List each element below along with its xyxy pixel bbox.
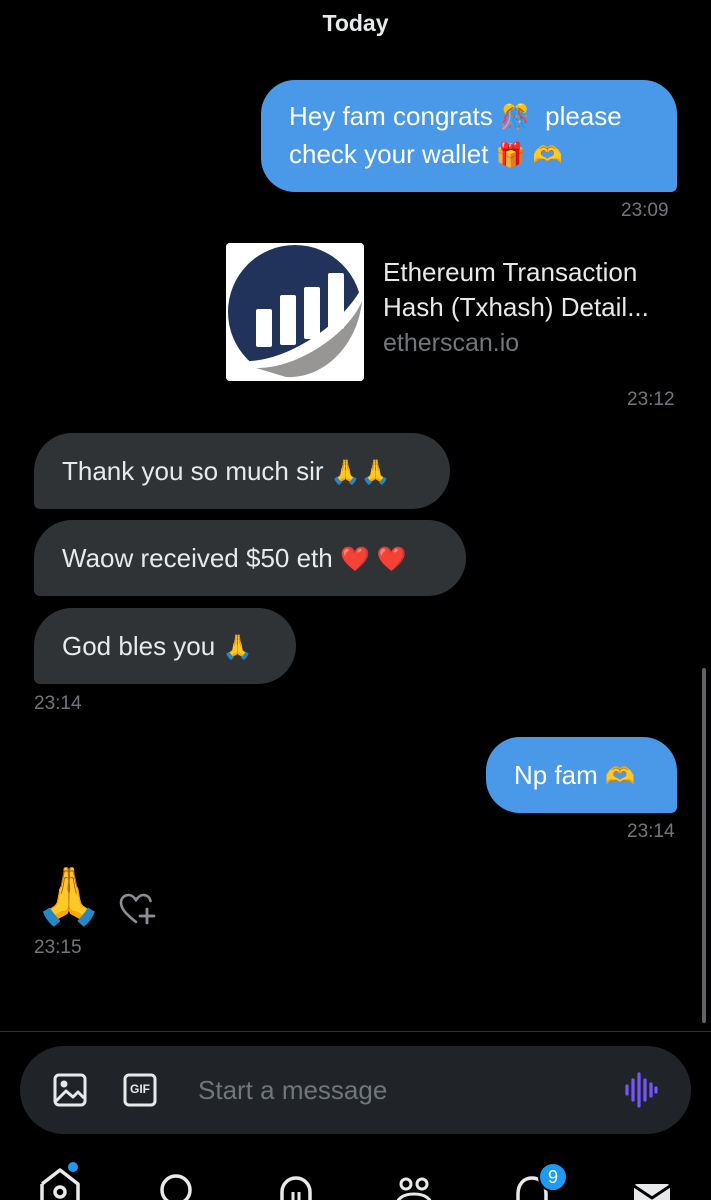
gift-emoji: 🎁: [495, 142, 526, 170]
link-domain: etherscan.io: [383, 329, 520, 357]
praying-hands-emoji: 🙏: [34, 864, 104, 927]
message-composer: GIF: [20, 1046, 691, 1134]
link-preview-card[interactable]: Ethereum Transaction Hash (Txhash) Detai…: [226, 243, 678, 381]
communities-icon[interactable]: [392, 1162, 436, 1200]
bottom-nav: [0, 1150, 711, 1200]
message-text: Waow received $50 eth: [62, 543, 333, 573]
message-text: check your wallet: [289, 139, 489, 170]
praying-hands-emoji: 🙏: [222, 634, 253, 662]
message-bubble-received[interactable]: God bles you 🙏: [34, 608, 296, 684]
message-text: Hey fam congrats: [289, 101, 493, 131]
home-notification-dot: [68, 1162, 78, 1172]
mail-icon[interactable]: [630, 1162, 674, 1200]
message-bubble-received[interactable]: Waow received $50 eth ❤️ ❤️: [34, 520, 466, 596]
praying-hands-emoji: 🙏🙏: [330, 459, 391, 487]
message-timestamp: 23:09: [621, 200, 669, 221]
big-emoji-message[interactable]: 🙏: [34, 862, 104, 930]
notifications-badge: 9: [538, 1162, 568, 1192]
heart-plus-icon[interactable]: [118, 892, 158, 926]
gif-icon[interactable]: GIF: [122, 1072, 158, 1108]
message-text: Np fam: [514, 760, 598, 790]
divider: [0, 1031, 711, 1032]
date-header: Today: [322, 10, 389, 36]
link-title: Ethereum Transaction Hash (Txhash) Detai…: [383, 257, 649, 322]
message-timestamp: 23:15: [34, 937, 82, 958]
message-bubble-sent[interactable]: Np fam 🫶: [486, 737, 677, 813]
image-icon[interactable]: [52, 1072, 88, 1108]
confetti-emoji: 🎊: [499, 104, 530, 132]
spaces-icon[interactable]: [274, 1162, 318, 1200]
message-text: God bles you: [62, 631, 216, 661]
message-text: Thank you so much sir: [62, 456, 324, 486]
message-timestamp: 23:14: [627, 821, 675, 842]
message-text: please: [545, 101, 622, 131]
search-icon[interactable]: [156, 1162, 200, 1200]
message-timestamp: 23:14: [34, 693, 82, 714]
heart-hands-emoji: 🫶: [532, 142, 563, 170]
etherscan-logo: [226, 243, 364, 381]
gif-label: GIF: [130, 1082, 150, 1096]
heart-hands-emoji: 🫶: [605, 763, 635, 791]
message-bubble-received[interactable]: Thank you so much sir 🙏🙏: [34, 433, 450, 509]
message-timestamp: 23:12: [627, 389, 675, 410]
message-input[interactable]: [198, 1068, 598, 1112]
red-heart-emoji: ❤️ ❤️: [339, 546, 407, 574]
voice-icon[interactable]: [624, 1072, 658, 1108]
scrollbar[interactable]: [702, 668, 706, 1023]
message-bubble-sent[interactable]: Hey fam congrats 🎊 please check your wal…: [261, 80, 677, 192]
